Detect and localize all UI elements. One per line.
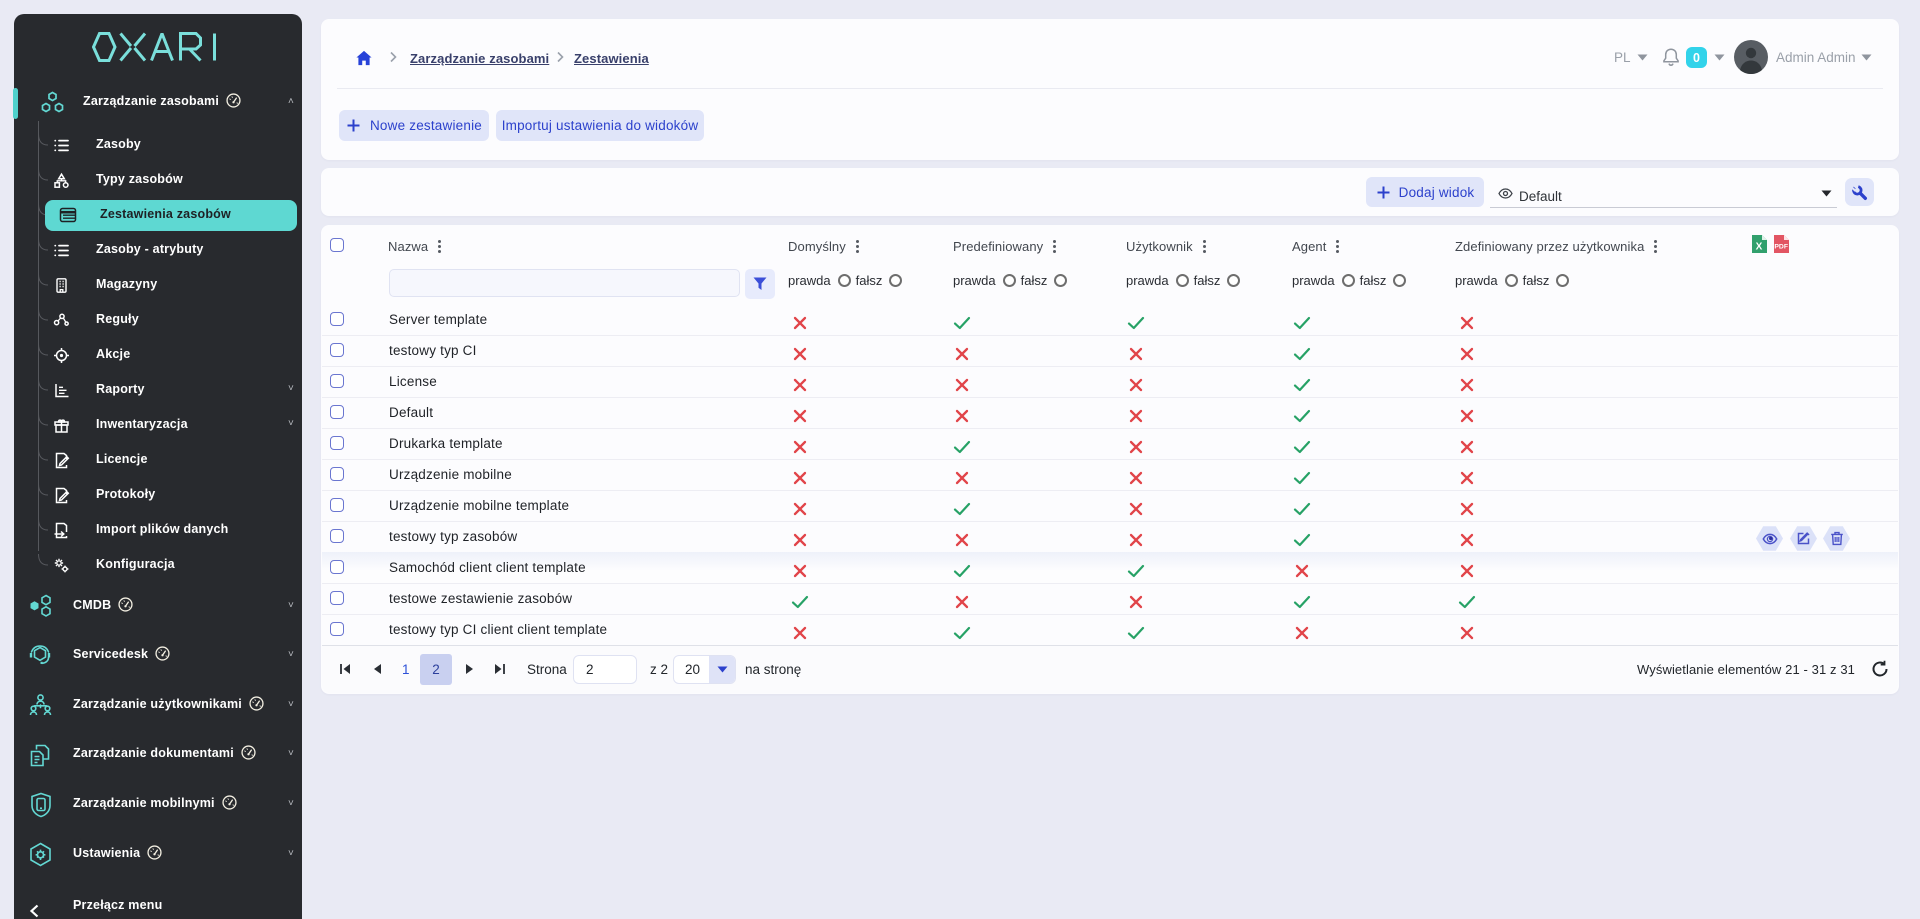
svg-text:X: X (1756, 242, 1763, 253)
svg-text:PDF: PDF (1774, 244, 1788, 251)
